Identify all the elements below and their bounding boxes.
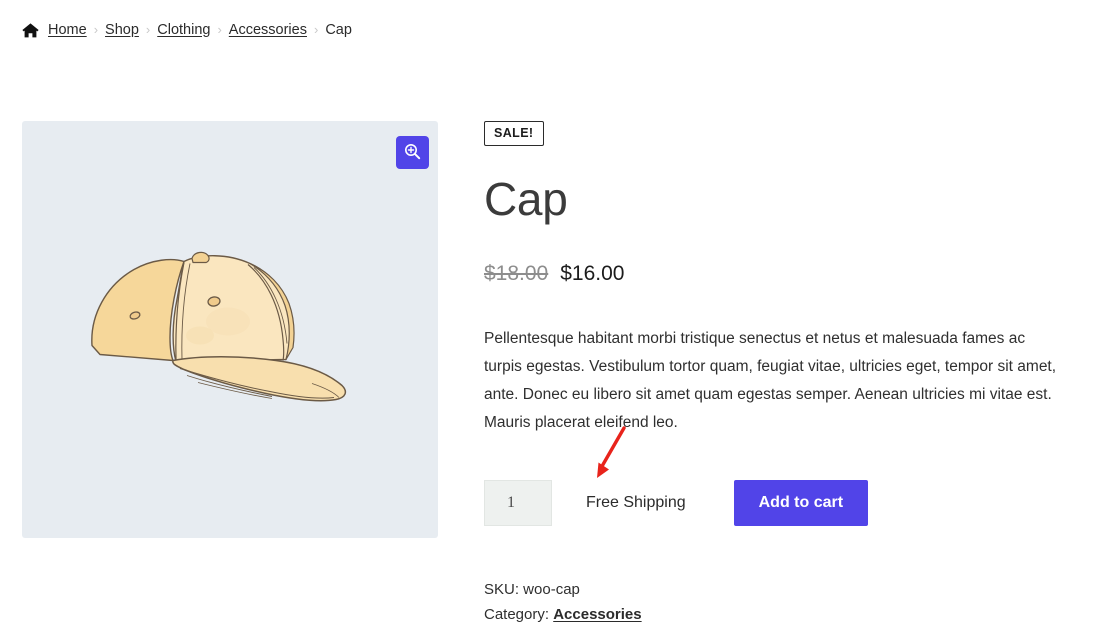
breadcrumb-separator: › [93, 22, 99, 37]
price-original: $18.00 [484, 261, 549, 285]
product-gallery[interactable] [22, 121, 438, 538]
image-zoom-button[interactable] [396, 136, 429, 169]
product-image-cap [80, 227, 380, 432]
breadcrumb-item-accessories[interactable]: Accessories [229, 22, 307, 38]
breadcrumb-item-home[interactable]: Home [48, 22, 87, 38]
add-to-cart-button[interactable]: Add to cart [733, 479, 869, 526]
price-row: $18.00 $16.00 [484, 263, 1064, 284]
price-sale: $16.00 [560, 261, 625, 285]
breadcrumb-item-clothing[interactable]: Clothing [157, 22, 210, 38]
breadcrumb-separator: › [217, 22, 222, 37]
breadcrumb-item-shop[interactable]: Shop [105, 22, 139, 38]
category-link-accessories[interactable]: Accessories [553, 606, 641, 623]
add-to-cart-form: Free Shipping Add to cart [484, 425, 1064, 526]
product-category-line: Category: Accessories [484, 602, 1064, 627]
free-shipping-label: Free Shipping [586, 493, 686, 511]
product-summary: SALE! Cap $18.00 $16.00 Pellentesque hab… [484, 121, 1064, 627]
magnifier-plus-icon [404, 143, 421, 163]
breadcrumb-item-current: Cap [325, 21, 352, 38]
product-sku: SKU: woo-cap [484, 580, 580, 598]
product-meta: SKU: woo-cap Category: Accessories [484, 577, 1064, 627]
status-badge-sale: SALE! [484, 121, 544, 146]
quantity-input[interactable] [484, 479, 552, 526]
breadcrumb: Home › Shop › Clothing › Accessories › C… [22, 19, 352, 40]
home-icon[interactable] [22, 23, 39, 38]
breadcrumb-separator: › [145, 22, 151, 37]
breadcrumb-separator: › [313, 22, 319, 37]
page-title: Cap [484, 172, 568, 225]
category-label: Category: [484, 605, 550, 623]
product-description: Pellentesque habitant morbi tristique se… [484, 329, 1057, 431]
